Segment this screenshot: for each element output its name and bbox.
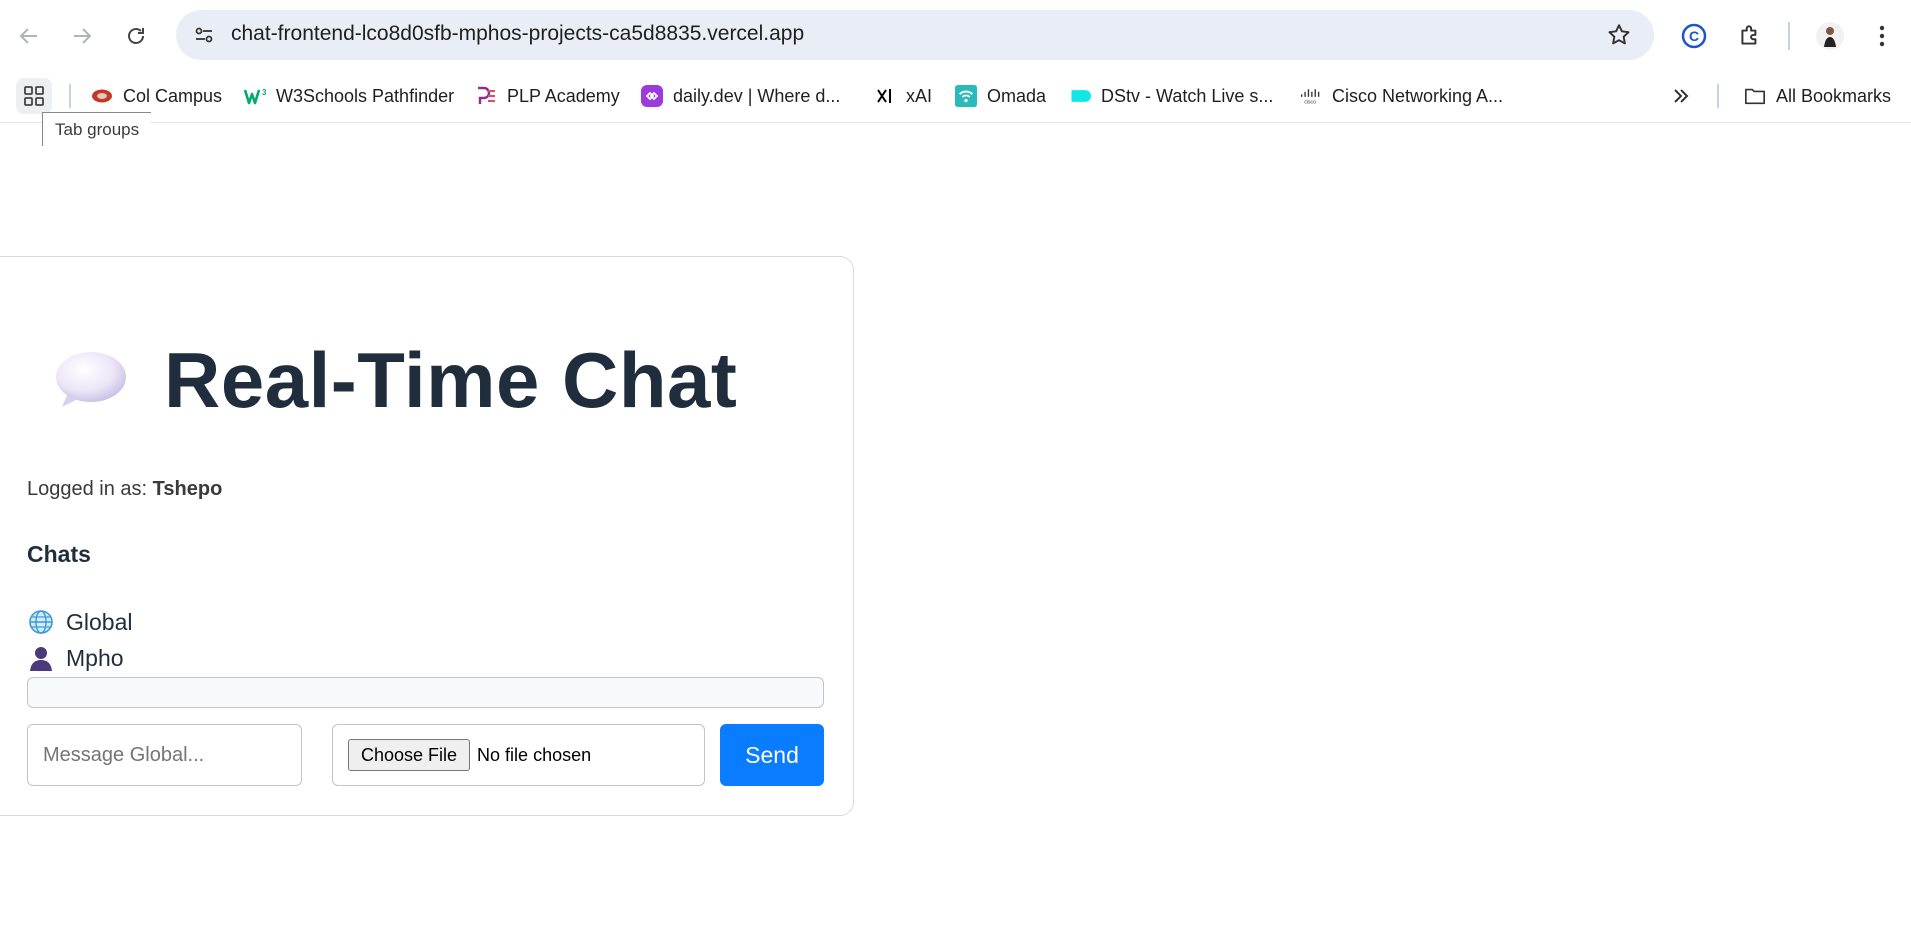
file-input[interactable]: Choose File No file chosen bbox=[332, 724, 705, 786]
copyright-extension-icon[interactable]: C bbox=[1676, 18, 1712, 54]
chat-item-label: Global bbox=[66, 608, 133, 635]
chats-heading: Chats bbox=[27, 541, 91, 567]
dstv-icon bbox=[1069, 85, 1091, 107]
logged-in-prefix: Logged in as: bbox=[27, 478, 148, 500]
cisco-icon: cisco bbox=[1300, 85, 1322, 107]
bookmark-omada[interactable]: Omada bbox=[955, 80, 1046, 112]
forward-button[interactable] bbox=[64, 18, 100, 54]
bookmark-dailydev[interactable]: daily.dev | Where d... bbox=[641, 80, 840, 112]
chat-title-text: Real-Time Chat bbox=[164, 335, 738, 424]
bookmark-w3schools[interactable]: 3 W3Schools Pathfinder bbox=[244, 80, 454, 112]
choose-file-button[interactable]: Choose File bbox=[348, 739, 471, 771]
svg-text:cisco: cisco bbox=[1304, 100, 1316, 106]
xai-icon bbox=[874, 85, 896, 107]
speech-bubble-icon bbox=[56, 352, 126, 407]
bookmark-label: xAI bbox=[906, 85, 933, 106]
file-status-text: No file chosen bbox=[477, 744, 592, 765]
bookmark-plp-academy[interactable]: PLP Academy bbox=[475, 80, 620, 112]
svg-text:C: C bbox=[1689, 28, 1699, 44]
browser-toolbar: chat-frontend-lco8d0sfb-mphos-projects-c… bbox=[0, 0, 1911, 70]
globe-icon bbox=[28, 609, 54, 635]
messages-area[interactable] bbox=[27, 677, 824, 708]
bookmark-xai[interactable]: xAI bbox=[874, 80, 932, 112]
send-button[interactable]: Send bbox=[720, 724, 824, 786]
chat-item-global[interactable]: Global bbox=[28, 607, 132, 637]
toolbar-divider bbox=[1788, 22, 1790, 50]
message-input[interactable] bbox=[27, 724, 302, 786]
bookmark-label: daily.dev | Where d... bbox=[673, 85, 841, 106]
folder-icon bbox=[1744, 85, 1766, 107]
bookmark-label: Omada bbox=[987, 85, 1047, 106]
back-button[interactable] bbox=[11, 18, 47, 54]
all-bookmarks-label: All Bookmarks bbox=[1776, 85, 1892, 106]
bookmark-label: Col Campus bbox=[123, 85, 223, 106]
svg-text:3: 3 bbox=[262, 88, 266, 97]
back-arrow-icon bbox=[19, 28, 37, 44]
bookmark-label: Cisco Networking A... bbox=[1332, 85, 1504, 106]
dailydev-icon bbox=[641, 85, 663, 107]
reload-icon bbox=[128, 28, 144, 44]
bookmarks-divider bbox=[1717, 84, 1719, 108]
col-campus-icon bbox=[91, 85, 113, 107]
chat-item-label: Mpho bbox=[66, 644, 124, 671]
reload-button[interactable] bbox=[118, 18, 154, 54]
w3schools-icon: 3 bbox=[244, 85, 266, 107]
tab-groups-button[interactable] bbox=[16, 78, 52, 114]
bookmark-cisco[interactable]: cisco Cisco Networking A... bbox=[1300, 80, 1503, 112]
profile-avatar[interactable] bbox=[1812, 18, 1848, 54]
url-text[interactable]: chat-frontend-lco8d0sfb-mphos-projects-c… bbox=[231, 22, 804, 46]
user-icon bbox=[28, 645, 54, 671]
bookmark-star-icon[interactable] bbox=[1606, 22, 1632, 48]
more-menu-icon[interactable] bbox=[1864, 18, 1900, 54]
address-bar[interactable]: chat-frontend-lco8d0sfb-mphos-projects-c… bbox=[176, 10, 1654, 60]
bookmark-dstv[interactable]: DStv - Watch Live s... bbox=[1069, 80, 1273, 112]
forward-arrow-icon bbox=[74, 28, 92, 44]
extensions-puzzle-icon[interactable] bbox=[1732, 18, 1768, 54]
bookmarks-bar: Col Campus 3 W3Schools Pathfinder PLP Ac… bbox=[0, 70, 1911, 123]
bookmark-label: DStv - Watch Live s... bbox=[1101, 85, 1274, 106]
logged-in-status: Logged in as: Tshepo bbox=[27, 478, 222, 501]
grid-icon bbox=[24, 86, 44, 106]
double-chevron-right-icon bbox=[1674, 89, 1689, 103]
site-info-icon[interactable] bbox=[190, 21, 218, 49]
bookmark-col-campus[interactable]: Col Campus bbox=[91, 80, 222, 112]
page-title: Real-Time Chat bbox=[52, 330, 737, 430]
bookmark-label: W3Schools Pathfinder bbox=[276, 85, 455, 106]
username: Tshepo bbox=[152, 478, 223, 500]
tab-groups-tooltip: Tab groups bbox=[42, 112, 152, 146]
more-bookmarks-button[interactable] bbox=[1670, 80, 1692, 112]
chat-item-mpho[interactable]: Mpho bbox=[28, 643, 124, 673]
bookmarks-divider bbox=[69, 84, 71, 108]
bookmark-label: PLP Academy bbox=[507, 85, 620, 106]
plp-icon bbox=[475, 85, 497, 107]
omada-icon bbox=[955, 85, 977, 107]
all-bookmarks-button[interactable]: All Bookmarks bbox=[1744, 80, 1891, 112]
